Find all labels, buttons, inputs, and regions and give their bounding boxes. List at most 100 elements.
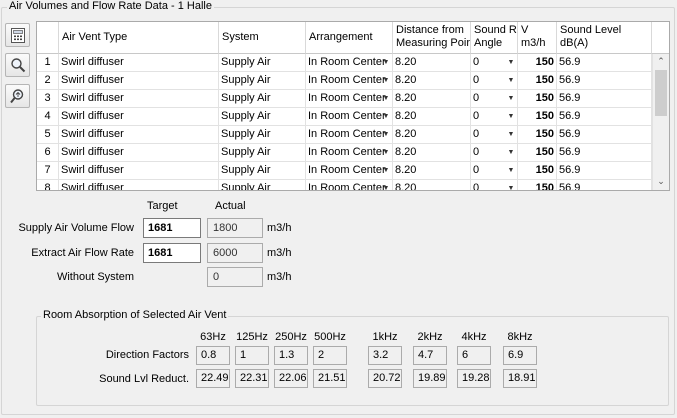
scroll-down-icon[interactable]: ⌄ (653, 174, 669, 188)
extract-actual-value: 6000 (207, 243, 263, 263)
cell-sound-level[interactable]: 56.9 (557, 54, 652, 72)
cell-angle[interactable]: 0 ▼ (471, 162, 518, 180)
dropdown-arrow-icon[interactable]: ▼ (381, 146, 391, 159)
cell-distance[interactable]: 8.20 (393, 162, 471, 180)
dropdown-arrow-icon[interactable]: ▼ (381, 92, 391, 105)
cell-system[interactable]: Supply Air (219, 144, 306, 162)
header-arrangement[interactable]: Arrangement (306, 22, 393, 54)
table-row[interactable]: 2 Swirl diffuser Supply Air In Room Center ▼… (37, 72, 652, 90)
dropdown-arrow-icon[interactable]: ▼ (381, 56, 391, 69)
cell-system[interactable]: Supply Air (219, 90, 306, 108)
cell-angle[interactable]: 0 ▼ (471, 108, 518, 126)
cell-arrangement[interactable]: In Room Center ▼ (306, 162, 393, 180)
cell-type[interactable]: Swirl diffuser (59, 144, 219, 162)
cell-type[interactable]: Swirl diffuser (59, 72, 219, 90)
cell-type[interactable]: Swirl diffuser (59, 162, 219, 180)
cell-type[interactable]: Swirl diffuser (59, 126, 219, 144)
table-row[interactable]: 6 Swirl diffuser Supply Air In Room Center ▼… (37, 144, 652, 162)
table-row[interactable]: 4 Swirl diffuser Supply Air In Room Center ▼… (37, 108, 652, 126)
cell-type[interactable]: Swirl diffuser (59, 180, 219, 190)
header-distance-line2: Measuring Poir (396, 37, 470, 49)
zoom-reset-button[interactable] (5, 84, 30, 108)
cell-angle[interactable]: 0 ▼ (471, 126, 518, 144)
dropdown-arrow-icon[interactable]: ▼ (506, 110, 516, 123)
cell-arrangement[interactable]: In Room Center ▼ (306, 54, 393, 72)
table-row[interactable]: 8 Swirl diffuser Supply Air In Room Center ▼… (37, 180, 652, 190)
dropdown-arrow-icon[interactable]: ▼ (381, 74, 391, 87)
scroll-up-icon[interactable]: ⌃ (653, 54, 669, 68)
dropdown-arrow-icon[interactable]: ▼ (506, 164, 516, 177)
cell-volume[interactable]: 150 (518, 144, 557, 162)
vertical-scrollbar[interactable]: ⌃ ⌄ (652, 54, 669, 190)
cell-system[interactable]: Supply Air (219, 126, 306, 144)
cell-sound-level[interactable]: 56.9 (557, 180, 652, 190)
cell-angle[interactable]: 0 ▼ (471, 144, 518, 162)
table-row[interactable]: 1 Swirl diffuser Supply Air In Room Center ▼… (37, 54, 652, 72)
scroll-thumb[interactable] (655, 70, 667, 116)
cell-volume[interactable]: 150 (518, 72, 557, 90)
cell-arrangement[interactable]: In Room Center ▼ (306, 126, 393, 144)
dropdown-arrow-icon[interactable]: ▼ (381, 110, 391, 123)
cell-arrangement[interactable]: In Room Center ▼ (306, 90, 393, 108)
header-distance[interactable]: Distance from Measuring Poir (393, 22, 471, 54)
dropdown-arrow-icon[interactable]: ▼ (506, 74, 516, 87)
header-system[interactable]: System (219, 22, 306, 54)
table-row[interactable]: 7 Swirl diffuser Supply Air In Room Center ▼… (37, 162, 652, 180)
cell-volume[interactable]: 150 (518, 108, 557, 126)
cell-arrangement-text: In Room Center (308, 128, 386, 140)
cell-arrangement[interactable]: In Room Center ▼ (306, 144, 393, 162)
dropdown-arrow-icon[interactable]: ▼ (506, 56, 516, 69)
calculator-icon (11, 28, 25, 43)
cell-type[interactable]: Swirl diffuser (59, 54, 219, 72)
cell-angle[interactable]: 0 ▼ (471, 54, 518, 72)
dropdown-arrow-icon[interactable]: ▼ (506, 182, 516, 190)
calculator-button[interactable] (5, 23, 30, 47)
cell-volume[interactable]: 150 (518, 180, 557, 190)
dropdown-arrow-icon[interactable]: ▼ (506, 92, 516, 105)
header-angle[interactable]: Sound Ra Angle (471, 22, 518, 54)
header-volume[interactable]: V m3/h (518, 22, 557, 54)
cell-sound-level[interactable]: 56.9 (557, 108, 652, 126)
dropdown-arrow-icon[interactable]: ▼ (506, 128, 516, 141)
cell-angle[interactable]: 0 ▼ (471, 90, 518, 108)
cell-sound-level[interactable]: 56.9 (557, 90, 652, 108)
cell-system[interactable]: Supply Air (219, 162, 306, 180)
cell-sound-level[interactable]: 56.9 (557, 144, 652, 162)
dropdown-arrow-icon[interactable]: ▼ (381, 182, 391, 190)
cell-type[interactable]: Swirl diffuser (59, 108, 219, 126)
cell-system[interactable]: Supply Air (219, 54, 306, 72)
dropdown-arrow-icon[interactable]: ▼ (506, 146, 516, 159)
cell-distance[interactable]: 8.20 (393, 72, 471, 90)
dropdown-arrow-icon[interactable]: ▼ (381, 128, 391, 141)
cell-system[interactable]: Supply Air (219, 72, 306, 90)
header-sound-level[interactable]: Sound Level dB(A) (557, 22, 652, 54)
cell-arrangement[interactable]: In Room Center ▼ (306, 180, 393, 190)
cell-angle[interactable]: 0 ▼ (471, 72, 518, 90)
supply-target-input[interactable]: 1681 (143, 218, 201, 238)
cell-sound-level[interactable]: 56.9 (557, 162, 652, 180)
cell-sound-level[interactable]: 56.9 (557, 126, 652, 144)
cell-volume[interactable]: 150 (518, 90, 557, 108)
cell-angle[interactable]: 0 ▼ (471, 180, 518, 190)
cell-distance[interactable]: 8.20 (393, 90, 471, 108)
cell-distance[interactable]: 8.20 (393, 108, 471, 126)
dropdown-arrow-icon[interactable]: ▼ (381, 164, 391, 177)
table-row[interactable]: 3 Swirl diffuser Supply Air In Room Center ▼… (37, 90, 652, 108)
cell-volume[interactable]: 150 (518, 126, 557, 144)
cell-type[interactable]: Swirl diffuser (59, 90, 219, 108)
cell-volume[interactable]: 150 (518, 162, 557, 180)
cell-distance[interactable]: 8.20 (393, 54, 471, 72)
extract-target-input[interactable]: 1681 (143, 243, 201, 263)
cell-system[interactable]: Supply Air (219, 180, 306, 190)
table-row[interactable]: 5 Swirl diffuser Supply Air In Room Center ▼… (37, 126, 652, 144)
cell-sound-level[interactable]: 56.9 (557, 72, 652, 90)
cell-arrangement[interactable]: In Room Center ▼ (306, 72, 393, 90)
zoom-button[interactable] (5, 53, 30, 77)
header-type[interactable]: Air Vent Type (59, 22, 219, 54)
cell-volume[interactable]: 150 (518, 54, 557, 72)
cell-system[interactable]: Supply Air (219, 108, 306, 126)
cell-distance[interactable]: 8.20 (393, 180, 471, 190)
cell-distance[interactable]: 8.20 (393, 126, 471, 144)
cell-arrangement[interactable]: In Room Center ▼ (306, 108, 393, 126)
cell-distance[interactable]: 8.20 (393, 144, 471, 162)
